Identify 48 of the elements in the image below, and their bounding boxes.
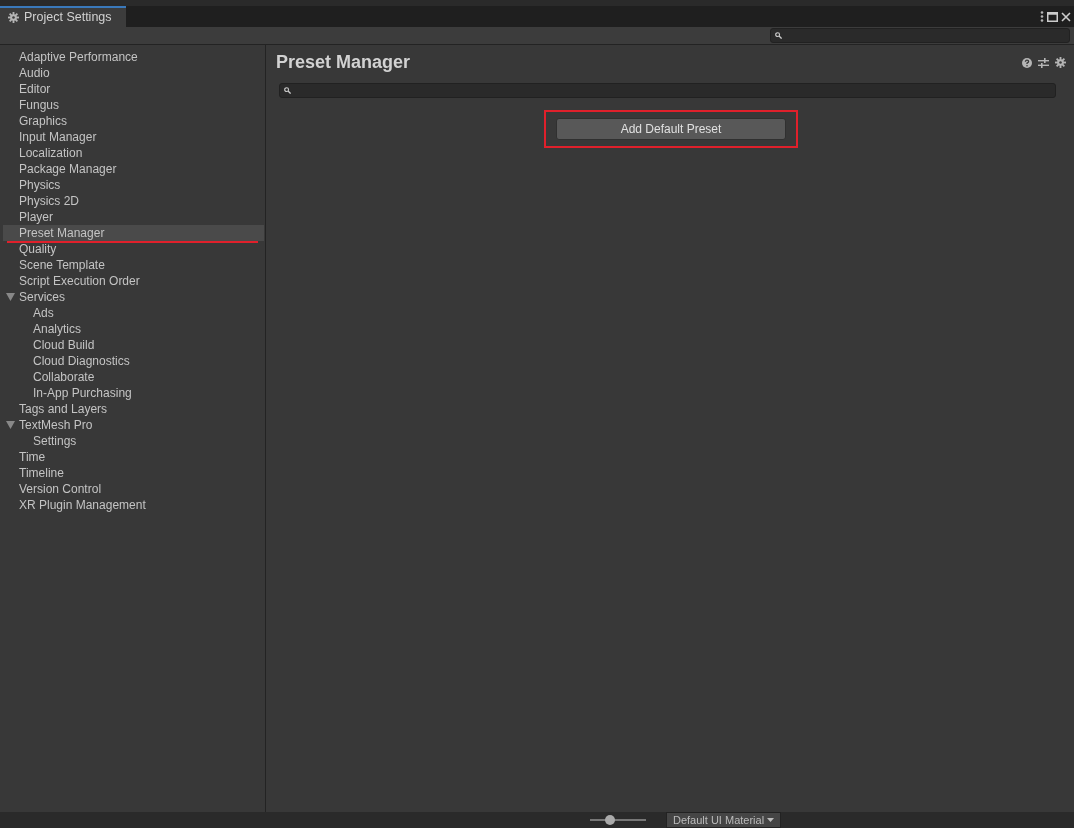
sliders-icon[interactable]	[1038, 57, 1049, 68]
sidebar-item[interactable]: In-App Purchasing	[3, 385, 265, 401]
material-dropdown[interactable]: Default UI Material	[666, 812, 782, 828]
settings-icon	[8, 12, 19, 23]
sidebar-item[interactable]: Localization	[3, 145, 265, 161]
sidebar-item[interactable]: Package Manager	[3, 161, 265, 177]
sidebar-item[interactable]: Physics 2D	[3, 193, 265, 209]
sidebar-item[interactable]: TextMesh Pro	[3, 417, 265, 433]
sidebar-item[interactable]: Preset Manager	[3, 225, 264, 241]
sidebar-item[interactable]: Cloud Build	[3, 337, 265, 353]
sidebar-item[interactable]: Cloud Diagnostics	[3, 353, 265, 369]
caret-icon[interactable]	[6, 293, 15, 301]
settings-icon[interactable]	[1055, 57, 1066, 68]
sidebar-item[interactable]: Collaborate	[3, 369, 265, 385]
sidebar-item[interactable]: Version Control	[3, 481, 265, 497]
more-options-icon[interactable]	[1040, 11, 1044, 22]
sidebar-item[interactable]: Settings	[3, 433, 265, 449]
sidebar-item[interactable]: Editor	[3, 81, 265, 97]
search-icon	[284, 87, 291, 94]
page-title: Preset Manager	[276, 51, 411, 74]
sidebar-item[interactable]: Time	[3, 449, 265, 465]
window-tab[interactable]: Project Settings	[0, 6, 126, 27]
help-icon[interactable]	[1022, 57, 1032, 68]
add-default-preset-button[interactable]: Add Default Preset	[556, 118, 786, 140]
sidebar-item[interactable]: Audio	[3, 65, 265, 81]
close-icon[interactable]	[1061, 11, 1071, 22]
sidebar-item[interactable]: Quality	[3, 241, 265, 257]
sidebar-item[interactable]: Graphics	[3, 113, 265, 129]
slider-thumb[interactable]	[604, 815, 615, 825]
search-icon	[775, 32, 782, 39]
sidebar-item[interactable]: Physics	[3, 177, 265, 193]
caret-icon	[767, 818, 775, 822]
sidebar-item[interactable]: Player	[3, 209, 265, 225]
sidebar-item[interactable]: Ads	[3, 305, 265, 321]
search-field[interactable]	[770, 28, 1070, 43]
sidebar-item[interactable]: XR Plugin Management	[3, 497, 265, 513]
search-field[interactable]	[279, 83, 1056, 98]
sidebar-item[interactable]: Scene Template	[3, 257, 265, 273]
sidebar-item[interactable]: Input Manager	[3, 129, 265, 145]
maximize-icon[interactable]	[1047, 11, 1058, 22]
sidebar-item[interactable]: Tags and Layers	[3, 401, 265, 417]
sidebar-item[interactable]: Analytics	[3, 321, 265, 337]
sidebar-item[interactable]: Script Execution Order	[3, 273, 265, 289]
sidebar-item[interactable]: Services	[3, 289, 265, 305]
sidebar-item[interactable]: Adaptive Performance	[3, 49, 265, 65]
sidebar-item[interactable]: Fungus	[3, 97, 265, 113]
sidebar-item[interactable]: Timeline	[3, 465, 265, 481]
caret-icon[interactable]	[6, 421, 15, 429]
